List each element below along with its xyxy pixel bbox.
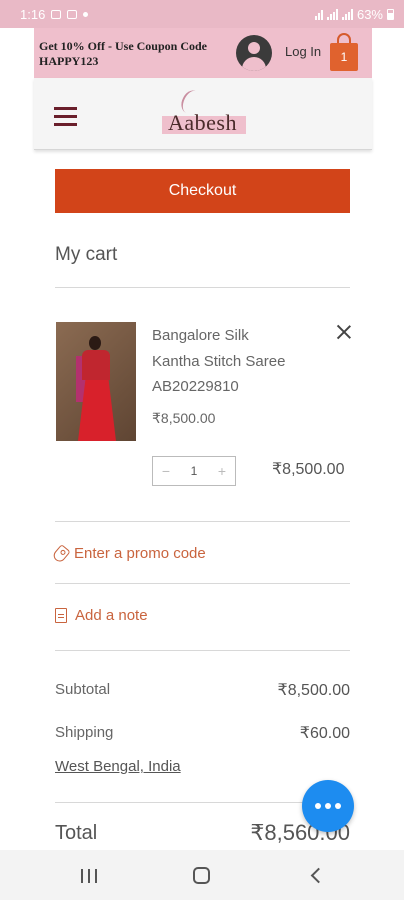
quantity-stepper[interactable]: − 1 + [152,456,236,486]
shipping-label: Shipping [55,724,114,741]
hamburger-menu-icon[interactable] [54,104,78,128]
signal-icon-2 [341,8,353,20]
product-name[interactable]: Bangalore Silk Kantha Stitch Saree AB202… [152,323,312,400]
promo-code-label: Enter a promo code [74,545,206,562]
product-sku: AB20229810 [152,378,239,395]
chat-button[interactable] [302,780,354,832]
subtotal-label: Subtotal [55,681,111,698]
note-icon [55,608,67,623]
quantity-value[interactable]: 1 [179,464,209,478]
back-icon[interactable] [310,867,322,883]
cart-bag-icon[interactable]: 1 [329,33,359,71]
minus-icon[interactable]: − [153,463,179,479]
promo-code-link[interactable]: Enter a promo code [51,543,206,564]
more-notifications-icon [83,11,89,17]
page-title: My cart [55,244,118,265]
product-name-line: Kantha Stitch Saree [152,352,286,370]
promo-text: Get 10% Off - Use Coupon Code HAPPY123 [39,39,207,68]
site-logo[interactable]: Aabesh [162,87,246,136]
divider [55,521,350,522]
recents-icon[interactable] [81,869,97,883]
add-note-link[interactable]: Add a note [55,607,148,624]
logo-text: Aabesh [168,110,237,135]
home-icon[interactable] [193,867,210,884]
promo-banner: Get 10% Off - Use Coupon Code HAPPY123 L… [34,28,372,78]
notification-icon [67,9,78,19]
plus-icon[interactable]: + [209,463,235,479]
more-dots-icon [315,803,321,809]
product-image[interactable] [56,322,136,441]
remove-item-button[interactable] [334,322,354,342]
shipping-value: ₹60.00 [299,725,350,742]
shipping-location-link[interactable]: West Bengal, India [55,758,181,775]
status-time: 1:16 [20,6,46,22]
add-note-label: Add a note [75,607,148,624]
status-bar: 1:16 63% [0,0,404,28]
battery-icon [387,8,394,20]
divider [55,650,350,651]
tag-icon [51,543,71,564]
signal-icon [326,8,338,20]
product-price: ₹8,500.00 [152,410,216,426]
checkout-button[interactable]: Checkout [55,169,350,213]
gallery-icon [51,9,62,19]
divider [55,583,350,584]
divider [55,287,350,288]
product-name-line: Bangalore Silk [152,327,249,344]
wifi-icon [314,9,323,20]
total-label: Total [55,822,98,844]
system-nav-bar [0,850,404,900]
line-total: ₹8,500.00 [272,461,345,478]
cart-count: 1 [330,43,358,71]
site-header: Aabesh [34,78,372,150]
subtotal-value: ₹8,500.00 [277,682,350,699]
login-link[interactable]: Log In [285,44,321,59]
battery-percentage: 63% [356,6,383,22]
avatar-icon[interactable] [236,35,272,71]
